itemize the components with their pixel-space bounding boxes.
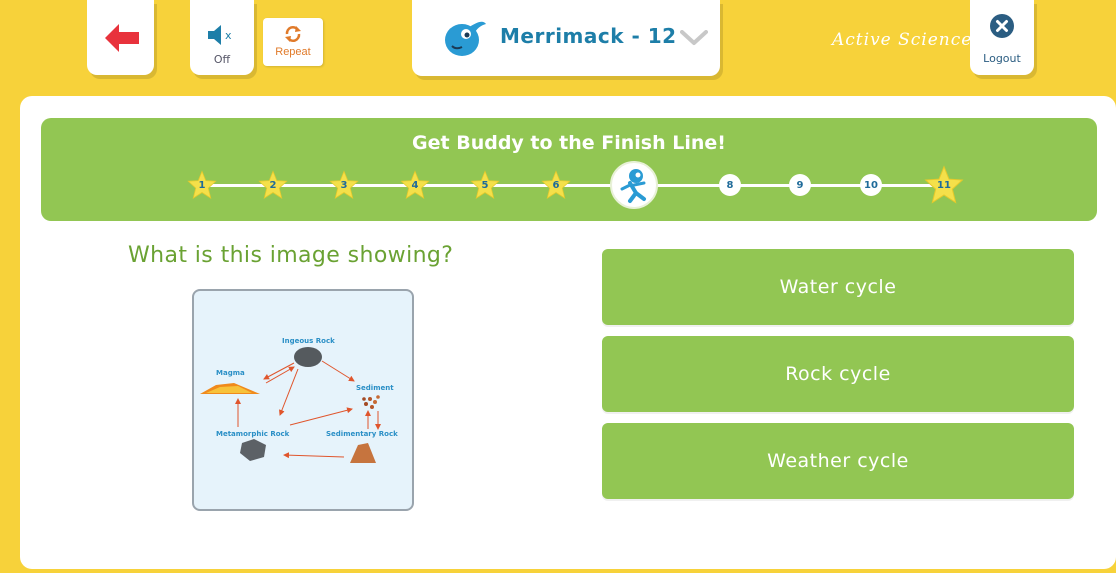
repeat-icon	[285, 26, 301, 42]
step-number: 4	[411, 179, 419, 191]
question-text: What is this image showing?	[128, 243, 454, 268]
step-star: 6	[541, 170, 571, 200]
sediment-image	[362, 395, 380, 409]
step-number: 6	[552, 179, 560, 191]
close-circle-icon	[990, 14, 1014, 38]
igneous-rock-image	[294, 347, 322, 367]
step-number: 3	[340, 179, 348, 191]
answer-option-1[interactable]: Water cycle	[602, 249, 1074, 325]
step-number: 1	[198, 179, 206, 191]
buddy-logo-icon	[445, 21, 486, 56]
step-star: 3	[329, 170, 359, 200]
step-number: 9	[796, 179, 804, 191]
svg-text:x: x	[225, 29, 232, 42]
back-arrow-icon	[105, 24, 139, 52]
logout-label: Logout	[983, 52, 1021, 65]
magma-label: Magma	[216, 369, 245, 377]
metamorphic-rock-image	[240, 439, 266, 461]
sound-state-label: Off	[213, 53, 231, 66]
progress-line	[204, 184, 954, 187]
sediment-label: Sediment	[356, 384, 394, 392]
rock-cycle-diagram: Ingeous Rock Magma Sediment Metamorphic …	[192, 289, 414, 511]
sound-toggle-button[interactable]: x Off	[190, 0, 254, 75]
question-panel: Get Buddy to the Finish Line! 1 2 3 4 5 6 8 9 10…	[20, 96, 1116, 569]
step-star: 1	[187, 170, 217, 200]
progress-track: Get Buddy to the Finish Line! 1 2 3 4 5 6 8 9 10…	[41, 118, 1097, 221]
answer-option-2[interactable]: Rock cycle	[602, 336, 1074, 412]
class-selector[interactable]: Merrimack - 12	[412, 0, 720, 76]
buddy-position-marker	[610, 161, 658, 209]
speaker-muted-icon: x	[208, 25, 232, 45]
step-star: 4	[400, 170, 430, 200]
step-dot: 9	[789, 174, 811, 196]
finish-star: 11	[924, 165, 964, 205]
progress-title: Get Buddy to the Finish Line!	[412, 132, 726, 154]
step-star: 5	[470, 170, 500, 200]
igneous-label: Ingeous Rock	[282, 337, 335, 345]
step-number: 10	[864, 179, 878, 191]
logout-button[interactable]: Logout	[970, 0, 1034, 75]
repeat-button[interactable]: Repeat	[263, 18, 323, 66]
step-star: 2	[258, 170, 288, 200]
sedimentary-label: Sedimentary Rock	[326, 430, 398, 438]
sedimentary-rock-image	[350, 443, 376, 463]
answer-option-3[interactable]: Weather cycle	[602, 423, 1074, 499]
step-number: 8	[726, 179, 734, 191]
step-number: 2	[269, 179, 277, 191]
step-dot: 10	[860, 174, 882, 196]
repeat-label: Repeat	[275, 46, 311, 58]
chevron-down-icon	[680, 30, 708, 45]
metamorphic-label: Metamorphic Rock	[216, 430, 290, 438]
back-button[interactable]	[87, 0, 154, 75]
step-dot: 8	[719, 174, 741, 196]
step-number: 5	[481, 179, 489, 191]
brand-logo: Active Science	[832, 30, 973, 50]
class-name: Merrimack - 12	[500, 24, 677, 48]
buddy-runner-icon	[620, 169, 646, 203]
step-number: 11	[937, 179, 951, 191]
